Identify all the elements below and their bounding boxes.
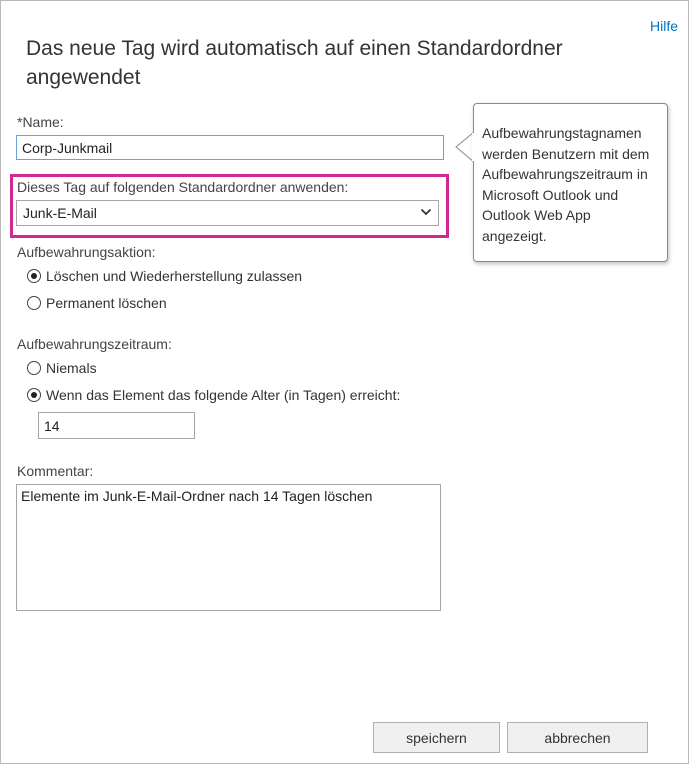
radio-allow-recovery[interactable]: Löschen und Wiederherstellung zulassen bbox=[27, 268, 302, 284]
retention-period-label: Aufbewahrungszeitraum: bbox=[17, 336, 172, 352]
radio-age-days[interactable]: Wenn das Element das folgende Alter (in … bbox=[27, 387, 400, 403]
cancel-button[interactable]: abbrechen bbox=[507, 722, 648, 753]
radio-permanent-delete[interactable]: Permanent löschen bbox=[27, 295, 167, 311]
default-folder-selected-value: Junk-E-Mail bbox=[23, 205, 97, 221]
help-link[interactable]: Hilfe bbox=[650, 18, 678, 34]
save-button[interactable]: speichern bbox=[373, 722, 500, 753]
radio-permanent-delete-label: Permanent löschen bbox=[46, 295, 167, 311]
default-folder-label: Dieses Tag auf folgenden Standardordner … bbox=[17, 179, 349, 195]
chevron-down-icon bbox=[420, 208, 432, 216]
radio-button[interactable] bbox=[27, 361, 41, 375]
comment-label: Kommentar: bbox=[17, 463, 94, 479]
radio-button[interactable] bbox=[27, 388, 41, 402]
tooltip-text: Aufbewahrungstagnamen werden Benutzern m… bbox=[482, 125, 650, 244]
radio-button[interactable] bbox=[27, 269, 41, 283]
name-label: *Name: bbox=[17, 114, 64, 130]
radio-button[interactable] bbox=[27, 296, 41, 310]
radio-never[interactable]: Niemals bbox=[27, 360, 97, 376]
radio-allow-recovery-label: Löschen und Wiederherstellung zulassen bbox=[46, 268, 303, 284]
default-folder-select[interactable]: Junk-E-Mail bbox=[16, 200, 439, 226]
comment-textarea[interactable]: Elemente im Junk-E-Mail-Ordner nach 14 T… bbox=[16, 484, 441, 611]
dialog-title: Das neue Tag wird automatisch auf einen … bbox=[26, 37, 563, 89]
radio-age-days-label: Wenn das Element das folgende Alter (in … bbox=[46, 387, 401, 403]
tooltip-pointer-joint bbox=[472, 133, 475, 161]
days-input[interactable] bbox=[38, 412, 195, 439]
name-input[interactable] bbox=[16, 135, 444, 160]
info-tooltip: Aufbewahrungstagnamen werden Benutzern m… bbox=[473, 103, 668, 262]
radio-never-label: Niemals bbox=[46, 360, 97, 376]
retention-action-label: Aufbewahrungsaktion: bbox=[17, 244, 156, 260]
